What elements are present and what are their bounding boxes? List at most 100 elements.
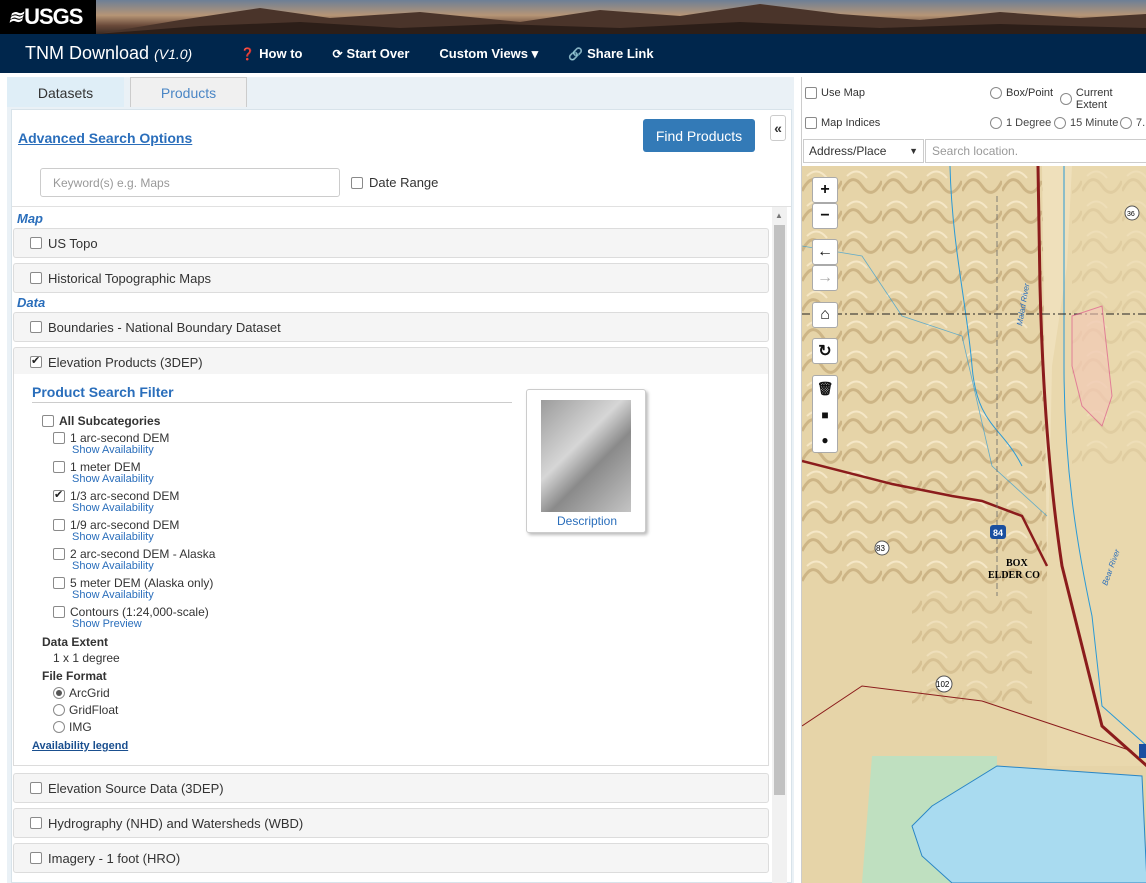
home-button[interactable]: ⌂ bbox=[812, 302, 838, 328]
format-radio[interactable] bbox=[53, 704, 65, 716]
availability-legend-link[interactable]: Availability legend bbox=[32, 740, 128, 752]
nav-how-to[interactable]: ❓ How to bbox=[240, 46, 302, 61]
dataset-us-topo[interactable]: US Topo bbox=[13, 228, 769, 258]
dataset-elevation-products[interactable]: Elevation Products (3DEP) bbox=[13, 347, 769, 377]
keyword-input[interactable]: Keyword(s) e.g. Maps bbox=[40, 168, 340, 197]
find-products-button[interactable]: Find Products bbox=[643, 119, 755, 152]
refresh-icon: ↻ bbox=[818, 343, 832, 360]
header-banner: ≋ USGS bbox=[0, 0, 1146, 34]
app-title[interactable]: TNM Download (V1.0) bbox=[25, 43, 192, 64]
dataset-checkbox[interactable] bbox=[30, 817, 42, 829]
usgs-logo-text: USGS bbox=[24, 4, 83, 29]
dataset-elevation-source[interactable]: Elevation Source Data (3DEP) bbox=[13, 773, 769, 803]
all-subcategories-checkbox[interactable] bbox=[42, 415, 54, 427]
subcategory-checkbox[interactable] bbox=[53, 519, 65, 531]
format-radio[interactable] bbox=[53, 687, 65, 699]
zoom-out-button[interactable]: − bbox=[812, 203, 838, 229]
nav-start-over[interactable]: ⟳ Start Over bbox=[332, 46, 409, 61]
subcategory-checkbox[interactable] bbox=[53, 577, 65, 589]
fifteen-minute-radio[interactable] bbox=[1054, 117, 1066, 129]
seven-five-radio[interactable] bbox=[1120, 117, 1132, 129]
box-point-option[interactable]: Box/Point bbox=[990, 87, 1053, 99]
trash-icon[interactable]: 🗑 bbox=[817, 381, 834, 397]
subcategory-checkbox[interactable] bbox=[53, 488, 65, 502]
refresh-map-button[interactable]: ↻ bbox=[812, 338, 838, 364]
scroll-up-arrow-icon[interactable]: ▲ bbox=[775, 211, 783, 220]
topographic-map[interactable]: 84 83 102 36 BOX ELDER CO Malad River Be… bbox=[802, 166, 1146, 883]
subcategory-checkbox[interactable] bbox=[53, 606, 65, 618]
dem-thumbnail-card[interactable]: Description bbox=[526, 389, 646, 533]
all-subcategories[interactable]: All Subcategories bbox=[42, 414, 160, 428]
show-availability-link[interactable]: Show Availability bbox=[72, 560, 154, 572]
format-option[interactable]: ArcGrid bbox=[53, 686, 110, 700]
format-option[interactable]: IMG bbox=[53, 720, 92, 734]
subcategory-label: 1 arc-second DEM bbox=[70, 431, 170, 445]
dataset-checkbox[interactable] bbox=[30, 782, 42, 794]
forward-extent-button[interactable]: → bbox=[812, 265, 838, 291]
one-degree-radio[interactable] bbox=[990, 117, 1002, 129]
show-availability-link[interactable]: Show Availability bbox=[72, 502, 154, 514]
use-map-toggle[interactable]: Use Map bbox=[805, 87, 865, 99]
dataset-scrollbar[interactable]: ▲ bbox=[772, 207, 787, 883]
map-canvas[interactable]: 84 83 102 36 BOX ELDER CO Malad River Be… bbox=[802, 166, 1146, 883]
show-availability-link[interactable]: Show Availability bbox=[72, 444, 154, 456]
nav-share-link[interactable]: 🔗 Share Link bbox=[568, 46, 653, 61]
collapse-panel-button[interactable]: « bbox=[770, 115, 786, 141]
subcategory-checkbox[interactable] bbox=[53, 548, 65, 560]
square-icon[interactable]: ■ bbox=[821, 408, 828, 422]
use-map-checkbox[interactable] bbox=[805, 87, 817, 99]
subcategory-checkbox[interactable] bbox=[53, 461, 65, 473]
dataset-checkbox[interactable] bbox=[30, 852, 42, 864]
subcategory-item[interactable]: 1 arc-second DEM bbox=[53, 431, 169, 445]
usgs-logo[interactable]: ≋ USGS bbox=[0, 0, 96, 34]
dataset-checkbox[interactable] bbox=[30, 354, 42, 368]
nav-custom-views[interactable]: Custom Views ▾ bbox=[439, 46, 538, 62]
show-availability-link[interactable]: Show Availability bbox=[72, 589, 154, 601]
dataset-imagery[interactable]: Imagery - 1 foot (HRO) bbox=[13, 843, 769, 873]
dataset-checkbox[interactable] bbox=[30, 237, 42, 249]
fifteen-minute-option[interactable]: 15 Minute bbox=[1054, 117, 1118, 129]
show-availability-link[interactable]: Show Availability bbox=[72, 473, 154, 485]
format-radio[interactable] bbox=[53, 721, 65, 733]
subcategory-item[interactable]: Contours (1:24,000-scale) bbox=[53, 605, 209, 619]
location-search-input[interactable]: Search location. bbox=[925, 139, 1146, 163]
tab-datasets[interactable]: Datasets bbox=[7, 77, 124, 107]
subcategory-item[interactable]: 2 arc-second DEM - Alaska bbox=[53, 547, 215, 561]
address-select-value: Address/Place bbox=[809, 144, 887, 158]
county-label-line2: ELDER CO bbox=[988, 570, 1040, 581]
show-availability-link[interactable]: Show Availability bbox=[72, 531, 154, 543]
subcategory-item[interactable]: 1/9 arc-second DEM bbox=[53, 518, 179, 532]
tab-products[interactable]: Products bbox=[130, 77, 247, 107]
use-map-label: Use Map bbox=[821, 87, 866, 99]
map-indices-toggle[interactable]: Map Indices bbox=[805, 117, 880, 129]
map-indices-checkbox[interactable] bbox=[805, 117, 817, 129]
box-point-radio[interactable] bbox=[990, 87, 1002, 99]
dataset-historical-topo[interactable]: Historical Topographic Maps bbox=[13, 263, 769, 293]
map-marker-icon[interactable]: ● bbox=[821, 433, 828, 447]
format-option[interactable]: GridFloat bbox=[53, 703, 118, 717]
subcategory-checkbox[interactable] bbox=[53, 432, 65, 444]
seven-five-minute-option[interactable]: 7. bbox=[1120, 117, 1145, 129]
subcategory-item[interactable]: 5 meter DEM (Alaska only) bbox=[53, 576, 213, 590]
one-degree-option[interactable]: 1 Degree bbox=[990, 117, 1051, 129]
dataset-hydrography[interactable]: Hydrography (NHD) and Watersheds (WBD) bbox=[13, 808, 769, 838]
data-extent-value: 1 x 1 degree bbox=[53, 651, 120, 665]
current-extent-radio[interactable] bbox=[1060, 93, 1072, 105]
date-range-toggle[interactable]: Date Range bbox=[351, 175, 438, 190]
scrollbar-thumb[interactable] bbox=[774, 225, 785, 795]
description-link[interactable]: Description bbox=[527, 514, 647, 528]
dataset-checkbox[interactable] bbox=[30, 321, 42, 333]
current-extent-option[interactable]: Current Extent bbox=[1060, 87, 1146, 111]
show-preview-link[interactable]: Show Preview bbox=[72, 618, 142, 630]
zoom-in-button[interactable]: + bbox=[812, 177, 838, 203]
back-extent-button[interactable]: ← bbox=[812, 239, 838, 265]
subcategory-item[interactable]: 1/3 arc-second DEM bbox=[53, 488, 179, 503]
date-range-checkbox[interactable] bbox=[351, 176, 363, 189]
dataset-boundaries[interactable]: Boundaries - National Boundary Dataset bbox=[13, 312, 769, 342]
subcategory-item[interactable]: 1 meter DEM bbox=[53, 460, 141, 474]
link-icon: 🔗 bbox=[568, 46, 584, 61]
address-place-select[interactable]: Address/Place ▼ bbox=[803, 139, 924, 163]
mountain-relief bbox=[802, 166, 1047, 586]
dataset-checkbox[interactable] bbox=[30, 272, 42, 284]
advanced-search-link[interactable]: Advanced Search Options bbox=[18, 130, 192, 146]
